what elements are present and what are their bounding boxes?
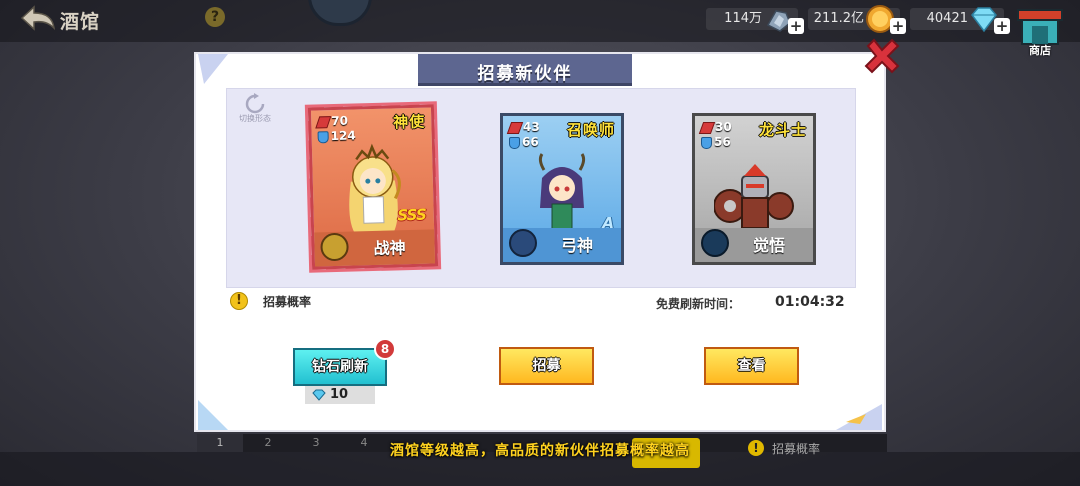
defense-icon	[317, 130, 329, 143]
hero-name: 战神	[373, 238, 406, 259]
warning-icon: !	[230, 292, 248, 310]
corner-decoration-icon	[198, 400, 228, 430]
attack-value: 43	[523, 120, 540, 134]
hero-card-2[interactable]: 43 66 召唤师 A 弓神	[500, 113, 624, 265]
refresh-cost-value: 10	[330, 387, 349, 402]
panel-title: 招募新伙伴	[477, 64, 573, 84]
resource-diamond: 40421 +	[910, 7, 1010, 34]
page-title: 酒馆	[60, 11, 101, 33]
hero-card-1[interactable]: 70 124 神使 SSS 战神	[307, 104, 439, 270]
attack-icon	[698, 121, 716, 134]
hero-class: 龙斗士	[758, 121, 807, 139]
hero-stats: 70 124	[315, 113, 356, 144]
resource-gold-value: 211.2亿	[813, 11, 864, 26]
defense-icon	[701, 136, 712, 149]
tavern-tip: 酒馆等级越高，高品质的新伙伴招募概率越高	[390, 443, 690, 459]
hero-class: 神使	[393, 112, 426, 132]
help-icon[interactable]: ?	[205, 7, 225, 27]
attack-value: 70	[331, 113, 349, 129]
hero-class: 召唤师	[566, 121, 615, 139]
attack-value: 30	[715, 120, 732, 134]
top-bar: 酒馆 ? 114万 + 211.2亿 + 40421 + 商店	[0, 0, 1080, 57]
hero-name: 觉悟	[752, 236, 785, 255]
recruit-button[interactable]: 招募	[499, 347, 594, 385]
refresh-count-badge: 8	[374, 338, 396, 360]
close-icon[interactable]	[862, 36, 902, 76]
resource-metal-value: 114万	[724, 11, 762, 26]
hero-footer: 战神	[314, 229, 436, 267]
hero-name: 弓神	[560, 236, 593, 255]
back-arrow-icon[interactable]	[18, 4, 58, 32]
hero-card-3[interactable]: 30 56 龙斗士 觉悟	[692, 113, 816, 265]
add-metal-button[interactable]: +	[788, 18, 804, 34]
attack-icon	[315, 115, 332, 128]
diamond-icon	[312, 389, 326, 401]
diamond-refresh-button[interactable]: 钻石刷新	[293, 348, 387, 386]
hero-stats: 30 56	[698, 120, 732, 150]
hero-footer: 觉悟	[695, 228, 813, 262]
shop-button[interactable]: 商店	[1016, 6, 1064, 57]
hero-stats: 43 66	[506, 120, 540, 150]
free-refresh-timer: 01:04:32	[775, 294, 845, 310]
corner-decoration-icon	[836, 404, 882, 430]
attack-icon	[506, 121, 524, 134]
hero-rank: SSS	[397, 205, 426, 225]
add-gold-button[interactable]: +	[890, 18, 906, 34]
view-button[interactable]: 查看	[704, 347, 799, 385]
defense-icon	[509, 136, 520, 149]
mascot-avatar[interactable]	[308, 0, 372, 26]
resource-metal: 114万 +	[706, 8, 804, 34]
add-diamond-button[interactable]: +	[994, 18, 1010, 34]
shop-label: 商店	[1029, 44, 1051, 57]
hero-footer: 弓神	[503, 228, 621, 262]
shop-icon	[1017, 9, 1063, 45]
refresh-icon[interactable]	[244, 93, 266, 115]
switch-form-label[interactable]: 切换形态	[230, 113, 280, 124]
free-refresh-label: 免费刷新时间：	[656, 297, 741, 311]
resource-diamond-value: 40421	[926, 11, 968, 26]
recruit-probability-link[interactable]: 招募概率	[263, 293, 311, 310]
resource-gold: 211.2亿 +	[808, 5, 906, 34]
